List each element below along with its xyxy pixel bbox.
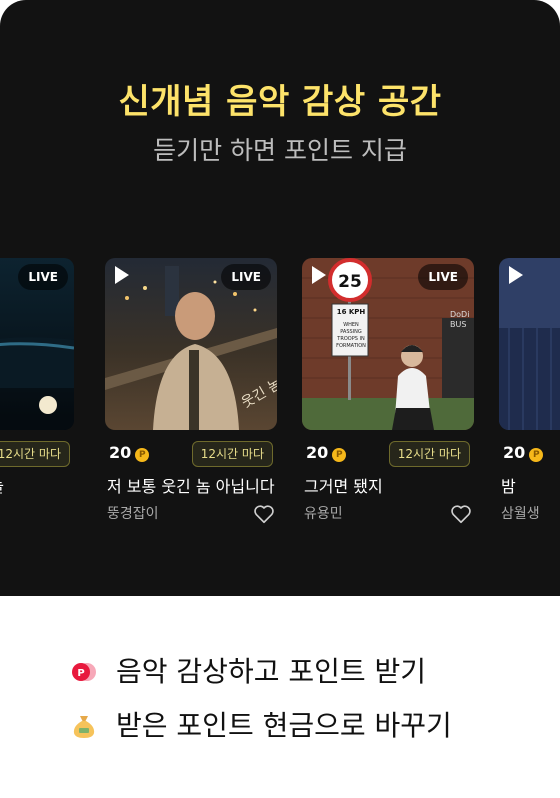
song-title: 밤 [501, 477, 516, 496]
song-title: 저 보통 웃긴 놈 아닙니다 [107, 477, 275, 496]
song-title: 른 오늘 [0, 473, 74, 497]
reward-interval-badge: 12시간 마다 [388, 441, 470, 467]
reward-points: 20 P [306, 443, 347, 462]
sign-plate-text: 16 KPH [336, 308, 366, 316]
money-bag-icon [73, 716, 95, 738]
reward-points: 20 P [503, 443, 544, 462]
reward-interval-badge: 12시간 마다 [191, 441, 273, 467]
heart-icon[interactable] [253, 503, 275, 525]
sign-note: WHEN PASSING TROOPS IN FORMATION [336, 322, 366, 349]
promo-banner: 신개념 음악 감상 공간 듣기만 하면 포인트 지급 LIVE 12시간 마다 … [0, 0, 560, 596]
heart-icon[interactable] [450, 503, 472, 525]
point-badge-icon: P [72, 663, 96, 681]
album-cover[interactable]: LIVE [0, 258, 74, 430]
speed-sign-text: 25 [338, 272, 362, 292]
coin-icon: P [135, 448, 150, 462]
svg-text:P: P [77, 668, 84, 679]
reward-points: 20 P [109, 443, 150, 462]
play-icon[interactable] [509, 266, 523, 284]
play-icon[interactable] [312, 266, 326, 284]
song-card[interactable]: 25 16 KPH WHEN PASSING TROOPS IN FORMATION… [302, 258, 474, 525]
song-card[interactable]: 웃긴 놈 LIVE 20 P 12시간 마다 저 보통 웃긴 놈 아닙니다 뚱경잡… [105, 258, 277, 525]
reward-interval-badge: 12시간 마다 [0, 441, 70, 467]
feature-text: 받은 포인트 현금으로 바꾸기 [116, 709, 452, 742]
album-cover[interactable] [499, 258, 560, 430]
live-badge: LIVE [418, 264, 468, 290]
song-artist: 뚱경잡이 [105, 503, 277, 525]
coin-icon: P [529, 448, 544, 462]
song-card[interactable]: LIVE 12시간 마다 른 오늘 [0, 258, 74, 497]
song-artist: 유용민 [302, 503, 474, 525]
promo-title: 신개념 음악 감상 공간 [118, 82, 442, 122]
album-cover[interactable]: 웃긴 놈 LIVE [105, 258, 277, 430]
feature-text: 음악 감상하고 포인트 받기 [116, 655, 427, 688]
album-cover[interactable]: 25 16 KPH WHEN PASSING TROOPS IN FORMATION… [302, 258, 474, 430]
coin-icon: P [332, 448, 347, 462]
song-title: 그거면 됐지 [304, 477, 383, 496]
live-badge: LIVE [221, 264, 271, 290]
song-artist: 삼월생 [501, 506, 540, 522]
play-icon[interactable] [115, 266, 129, 284]
promo-subtitle: 듣기만 하면 포인트 지급 [153, 136, 407, 165]
live-badge: LIVE [18, 264, 68, 290]
song-card[interactable]: 20 P 밤 삼월생 [499, 258, 560, 525]
bus-text: DoDi BUS [450, 310, 470, 329]
